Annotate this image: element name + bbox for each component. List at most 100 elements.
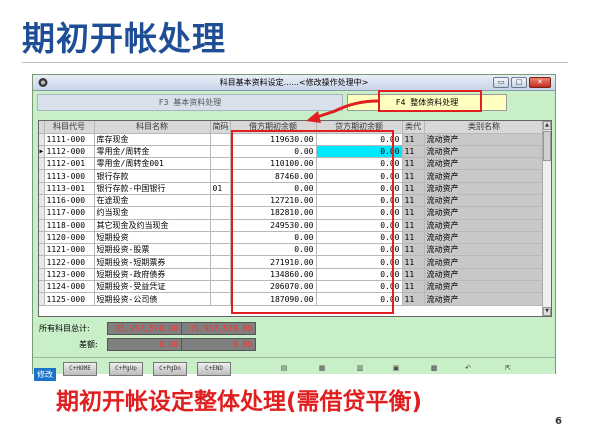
cell-cat[interactable]: 11 bbox=[402, 292, 425, 306]
minimize-button[interactable]: ▭ bbox=[493, 77, 509, 88]
cell-name[interactable]: 在途现金 bbox=[94, 194, 211, 208]
cell-catname[interactable]: 流动资产 bbox=[424, 231, 545, 245]
col-header-cat[interactable]: 类代 bbox=[402, 121, 425, 134]
cell-catname[interactable]: 流动资产 bbox=[424, 194, 545, 208]
cell-cat[interactable]: 11 bbox=[402, 145, 425, 159]
cell-code[interactable]: 1121-000 bbox=[44, 243, 95, 257]
cell-short[interactable] bbox=[210, 268, 231, 282]
cell-name[interactable]: 零用金/周转金 bbox=[94, 145, 211, 159]
cell-catname[interactable]: 流动资产 bbox=[424, 280, 545, 294]
cell-catname[interactable]: 流动资产 bbox=[424, 169, 545, 183]
cell-cat[interactable]: 11 bbox=[402, 133, 425, 146]
cell-name[interactable]: 零用金/周转金001 bbox=[94, 157, 211, 171]
window-title: 科目基本资料设定......<修改操作处理中> bbox=[219, 78, 369, 87]
window-titlebar[interactable]: 科目基本资料设定......<修改操作处理中> ▭ □ ✕ bbox=[33, 75, 555, 91]
undo-icon[interactable]: ↶ bbox=[461, 364, 475, 374]
print-icon[interactable]: ▣ bbox=[389, 364, 403, 374]
add-record-icon[interactable]: ▤ bbox=[277, 364, 291, 374]
cell-cat[interactable]: 11 bbox=[402, 255, 425, 269]
cell-cat[interactable]: 11 bbox=[402, 231, 425, 245]
cell-catname[interactable]: 流动资产 bbox=[424, 268, 545, 282]
cell-catname[interactable]: 流动资产 bbox=[424, 255, 545, 269]
tab-filler bbox=[509, 94, 551, 111]
cell-short[interactable] bbox=[210, 231, 231, 245]
first-record-button[interactable]: C+HOME bbox=[63, 362, 97, 376]
cell-short[interactable] bbox=[210, 219, 231, 232]
cell-cat[interactable]: 11 bbox=[402, 268, 425, 282]
copy-record-icon[interactable]: ▦ bbox=[315, 364, 329, 374]
cell-short[interactable] bbox=[210, 157, 231, 171]
cell-catname[interactable]: 流动资产 bbox=[424, 292, 545, 306]
save-icon[interactable]: ▩ bbox=[427, 364, 441, 374]
cell-catname[interactable]: 流动资产 bbox=[424, 157, 545, 171]
cell-code[interactable]: 1124-000 bbox=[44, 280, 95, 294]
cell-name[interactable]: 约当现金 bbox=[94, 206, 211, 220]
cell-short[interactable] bbox=[210, 194, 231, 208]
cell-cat[interactable]: 11 bbox=[402, 182, 425, 195]
cell-short[interactable] bbox=[210, 255, 231, 269]
cell-cat[interactable]: 11 bbox=[402, 194, 425, 208]
cell-code[interactable]: 1116-000 bbox=[44, 194, 95, 208]
close-button[interactable]: ✕ bbox=[529, 77, 551, 88]
maximize-button[interactable]: □ bbox=[511, 77, 527, 88]
cell-name[interactable]: 短期投资-股票 bbox=[94, 243, 211, 257]
scroll-up-arrow-icon[interactable]: ▲ bbox=[543, 121, 551, 130]
cell-name[interactable]: 短期投资-政府债券 bbox=[94, 268, 211, 282]
cell-code[interactable]: 1118-000 bbox=[44, 219, 95, 232]
cell-short[interactable] bbox=[210, 206, 231, 220]
scroll-thumb[interactable] bbox=[543, 131, 551, 161]
cell-code[interactable]: 1111-000 bbox=[44, 133, 95, 146]
cell-catname[interactable]: 流动资产 bbox=[424, 243, 545, 257]
cell-name[interactable]: 短期投资-短期票券 bbox=[94, 255, 211, 269]
cell-catname[interactable]: 流动资产 bbox=[424, 182, 545, 195]
credit-difference-value: 0.00 bbox=[181, 338, 256, 351]
cell-code[interactable]: 1120-000 bbox=[44, 231, 95, 245]
cell-code[interactable]: 1113-000 bbox=[44, 169, 95, 183]
delete-record-icon[interactable]: ▥ bbox=[353, 364, 367, 374]
cell-catname[interactable]: 流动资产 bbox=[424, 133, 545, 146]
cell-catname[interactable]: 流动资产 bbox=[424, 206, 545, 220]
cell-code[interactable]: 1113-001 bbox=[44, 182, 95, 195]
cell-name[interactable]: 其它现金及约当现金 bbox=[94, 219, 211, 232]
cell-code[interactable]: 1125-000 bbox=[44, 292, 95, 306]
cell-code[interactable]: 1112-000 bbox=[44, 145, 95, 159]
cell-short[interactable] bbox=[210, 292, 231, 306]
cell-catname[interactable]: 流动资产 bbox=[424, 145, 545, 159]
next-page-button[interactable]: C+PgDn bbox=[153, 362, 187, 376]
cell-short[interactable]: 01 bbox=[210, 182, 231, 195]
exit-icon[interactable]: ⇱ bbox=[501, 364, 515, 374]
cell-cat[interactable]: 11 bbox=[402, 219, 425, 232]
cell-name[interactable]: 短期投资-公司债 bbox=[94, 292, 211, 306]
cell-short[interactable] bbox=[210, 243, 231, 257]
cell-code[interactable]: 1117-000 bbox=[44, 206, 95, 220]
cell-name[interactable]: 短期投资-受益凭证 bbox=[94, 280, 211, 294]
cell-code[interactable]: 1122-000 bbox=[44, 255, 95, 269]
cell-name[interactable]: 银行存款 bbox=[94, 169, 211, 183]
cell-name[interactable]: 短期投资 bbox=[94, 231, 211, 245]
cell-cat[interactable]: 11 bbox=[402, 280, 425, 294]
cell-short[interactable] bbox=[210, 169, 231, 183]
col-header-code[interactable]: 科目代号 bbox=[44, 121, 95, 134]
cell-name[interactable]: 库存现金 bbox=[94, 133, 211, 146]
cell-catname[interactable]: 流动资产 bbox=[424, 219, 545, 232]
col-header-name[interactable]: 科目名称 bbox=[94, 121, 211, 134]
scroll-down-arrow-icon[interactable]: ▼ bbox=[543, 307, 551, 316]
cell-short[interactable] bbox=[210, 133, 231, 146]
cell-cat[interactable]: 11 bbox=[402, 169, 425, 183]
cell-code[interactable]: 1123-000 bbox=[44, 268, 95, 282]
cell-code[interactable]: 1112-001 bbox=[44, 157, 95, 171]
cell-short[interactable] bbox=[210, 145, 231, 159]
prev-page-button[interactable]: C+PgUp bbox=[109, 362, 143, 376]
total-label: 所有科目总计: bbox=[39, 324, 90, 333]
tab-basic-data[interactable]: F3 基本资料处理 bbox=[37, 94, 343, 111]
grid-vertical-scrollbar[interactable]: ▲ ▼ bbox=[542, 121, 551, 316]
cell-short[interactable] bbox=[210, 280, 231, 294]
cell-name[interactable]: 银行存款-中国银行 bbox=[94, 182, 211, 195]
cell-cat[interactable]: 11 bbox=[402, 243, 425, 257]
cell-cat[interactable]: 11 bbox=[402, 157, 425, 171]
col-header-catname[interactable]: 类别名称 bbox=[424, 121, 545, 134]
last-record-button[interactable]: C+END bbox=[197, 362, 231, 376]
col-header-short[interactable]: 简码 bbox=[210, 121, 231, 134]
cell-cat[interactable]: 11 bbox=[402, 206, 425, 220]
edit-mode-badge: 修改 bbox=[34, 368, 56, 381]
